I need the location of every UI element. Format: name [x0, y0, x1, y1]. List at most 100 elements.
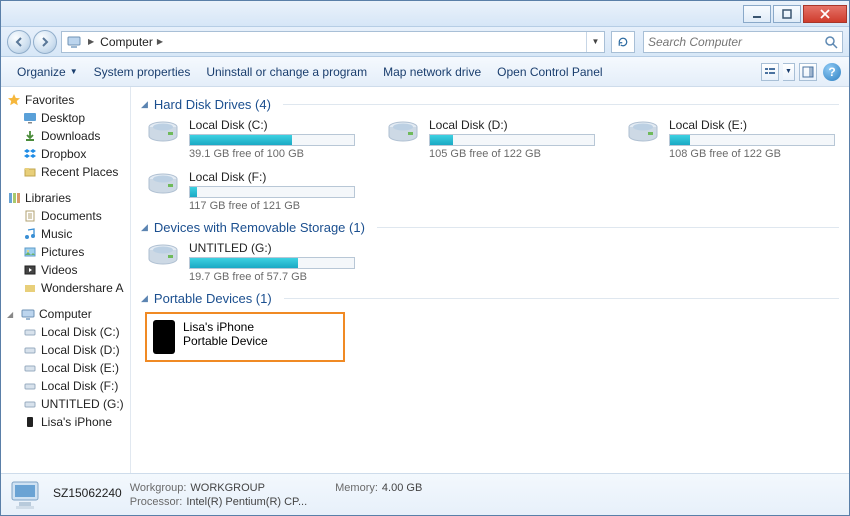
organize-menu[interactable]: Organize▼ — [9, 61, 86, 83]
group-header-hdd[interactable]: ◢Hard Disk Drives (4) — [141, 97, 839, 112]
sidebar-item-label: Wondershare A — [41, 281, 124, 295]
address-bar[interactable]: ▶ Computer ▶ ▼ — [61, 31, 605, 53]
drive-free: 117 GB free of 121 GB — [189, 200, 355, 212]
breadcrumb-root-arrow[interactable]: ▶ — [86, 37, 96, 46]
portable-device-iphone[interactable]: Lisa's iPhone Portable Device — [145, 312, 345, 362]
map-network-drive-button[interactable]: Map network drive — [375, 61, 489, 83]
processor-value: Intel(R) Pentium(R) CP... — [186, 496, 307, 508]
disk-icon — [145, 118, 181, 146]
refresh-button[interactable] — [611, 31, 635, 53]
computer-name: SZ15062240 — [53, 486, 122, 500]
libraries-label: Libraries — [25, 191, 71, 205]
folder-icon — [23, 281, 37, 295]
chevron-down-icon: ▼ — [785, 68, 792, 75]
disk-icon — [385, 118, 421, 146]
open-control-panel-button[interactable]: Open Control Panel — [489, 61, 610, 83]
drive-name: UNTITLED (G:) — [189, 241, 355, 255]
close-button[interactable] — [803, 5, 847, 23]
sidebar-item-dropbox[interactable]: Dropbox — [7, 145, 130, 163]
drive-free: 105 GB free of 122 GB — [429, 148, 595, 160]
help-button[interactable]: ? — [823, 63, 841, 81]
sidebar-item-label: Local Disk (F:) — [41, 379, 118, 393]
drive-item[interactable]: Local Disk (D:)105 GB free of 122 GB — [385, 118, 595, 160]
group-header-removable[interactable]: ◢Devices with Removable Storage (1) — [141, 220, 839, 235]
drive-name: Local Disk (E:) — [669, 118, 835, 132]
sidebar-item-downloads[interactable]: Downloads — [7, 127, 130, 145]
music-icon — [23, 227, 37, 241]
sidebar-favorites-header[interactable]: Favorites — [7, 91, 130, 109]
search-box[interactable] — [643, 31, 843, 53]
sidebar-item-label: Pictures — [41, 245, 84, 259]
computer-label: Computer — [39, 307, 92, 321]
sidebar-item-label: Music — [41, 227, 72, 241]
sidebar-item-disk-d[interactable]: Local Disk (D:) — [7, 341, 130, 359]
search-icon — [824, 35, 838, 49]
drive-item[interactable]: UNTITLED (G:)19.7 GB free of 57.7 GB — [145, 241, 355, 283]
maximize-button[interactable] — [773, 5, 801, 23]
recent-places-icon — [23, 165, 37, 179]
group-label: Hard Disk Drives (4) — [154, 97, 271, 112]
sidebar-item-disk-f[interactable]: Local Disk (F:) — [7, 377, 130, 395]
drive-name: Local Disk (F:) — [189, 170, 355, 184]
drive-icon — [23, 397, 37, 411]
sidebar-item-untitled-g[interactable]: UNTITLED (G:) — [7, 395, 130, 413]
minimize-button[interactable] — [743, 5, 771, 23]
sidebar: Favorites Desktop Downloads Dropbox Rece… — [1, 87, 131, 473]
sidebar-item-recent-places[interactable]: Recent Places — [7, 163, 130, 181]
drive-item[interactable]: Local Disk (E:) 108 GB free of 122 GB — [625, 118, 835, 160]
sidebar-item-iphone[interactable]: Lisa's iPhone — [7, 413, 130, 431]
collapse-icon: ◢ — [141, 222, 148, 233]
expand-icon: ◢ — [7, 310, 17, 319]
sidebar-item-label: Documents — [41, 209, 102, 223]
disk-icon — [145, 170, 181, 198]
view-dropdown-button[interactable]: ▼ — [783, 63, 795, 81]
drive-icon — [23, 379, 37, 393]
memory-value: 4.00 GB — [382, 482, 422, 494]
sidebar-item-documents[interactable]: Documents — [7, 207, 130, 225]
sidebar-item-desktop[interactable]: Desktop — [7, 109, 130, 127]
sidebar-item-label: Recent Places — [41, 165, 118, 179]
drive-item[interactable]: Local Disk (F:) 117 GB free of 121 GB — [145, 170, 355, 212]
status-bar: SZ15062240 Workgroup:WORKGROUP Processor… — [1, 473, 849, 515]
sidebar-item-wondershare[interactable]: Wondershare A — [7, 279, 130, 297]
sidebar-item-music[interactable]: Music — [7, 225, 130, 243]
pictures-icon — [23, 245, 37, 259]
forward-button[interactable] — [33, 30, 57, 54]
disk-icon — [145, 241, 181, 269]
desktop-icon — [23, 111, 37, 125]
sidebar-item-pictures[interactable]: Pictures — [7, 243, 130, 261]
toolbar: Organize▼ System properties Uninstall or… — [1, 57, 849, 87]
sidebar-item-label: Local Disk (D:) — [41, 343, 120, 357]
sidebar-item-disk-c[interactable]: Local Disk (C:) — [7, 323, 130, 341]
address-dropdown[interactable]: ▼ — [586, 32, 604, 52]
search-input[interactable] — [648, 35, 824, 49]
view-options-button[interactable] — [761, 63, 779, 81]
content-pane: ◢Hard Disk Drives (4) Local Disk (C:)39.… — [131, 87, 849, 473]
sidebar-item-disk-e[interactable]: Local Disk (E:) — [7, 359, 130, 377]
explorer-window: ▶ Computer ▶ ▼ Organize▼ System propertie… — [0, 0, 850, 516]
breadcrumb-label: Computer — [100, 35, 153, 49]
preview-pane-button[interactable] — [799, 63, 817, 81]
drive-icon — [23, 325, 37, 339]
uninstall-program-button[interactable]: Uninstall or change a program — [198, 61, 375, 83]
computer-icon — [9, 478, 45, 512]
sidebar-libraries-header[interactable]: Libraries — [7, 189, 130, 207]
device-type: Portable Device — [183, 334, 268, 348]
breadcrumb-computer[interactable]: Computer ▶ — [96, 32, 167, 52]
drive-icon — [23, 343, 37, 357]
back-button[interactable] — [7, 30, 31, 54]
sidebar-item-label: Desktop — [41, 111, 85, 125]
sidebar-computer-header[interactable]: ◢ Computer — [7, 305, 130, 323]
drive-free: 39.1 GB free of 100 GB — [189, 148, 355, 160]
group-header-portable[interactable]: ◢Portable Devices (1) — [141, 291, 839, 306]
sidebar-item-videos[interactable]: Videos — [7, 261, 130, 279]
system-properties-button[interactable]: System properties — [86, 61, 199, 83]
drive-icon — [23, 361, 37, 375]
drive-free: 108 GB free of 122 GB — [669, 148, 835, 160]
chevron-down-icon: ▼ — [70, 67, 78, 76]
chevron-right-icon: ▶ — [157, 37, 163, 46]
disk-icon — [625, 118, 661, 146]
drive-item[interactable]: Local Disk (C:)39.1 GB free of 100 GB — [145, 118, 355, 160]
sidebar-item-label: Dropbox — [41, 147, 86, 161]
computer-icon — [66, 34, 82, 50]
